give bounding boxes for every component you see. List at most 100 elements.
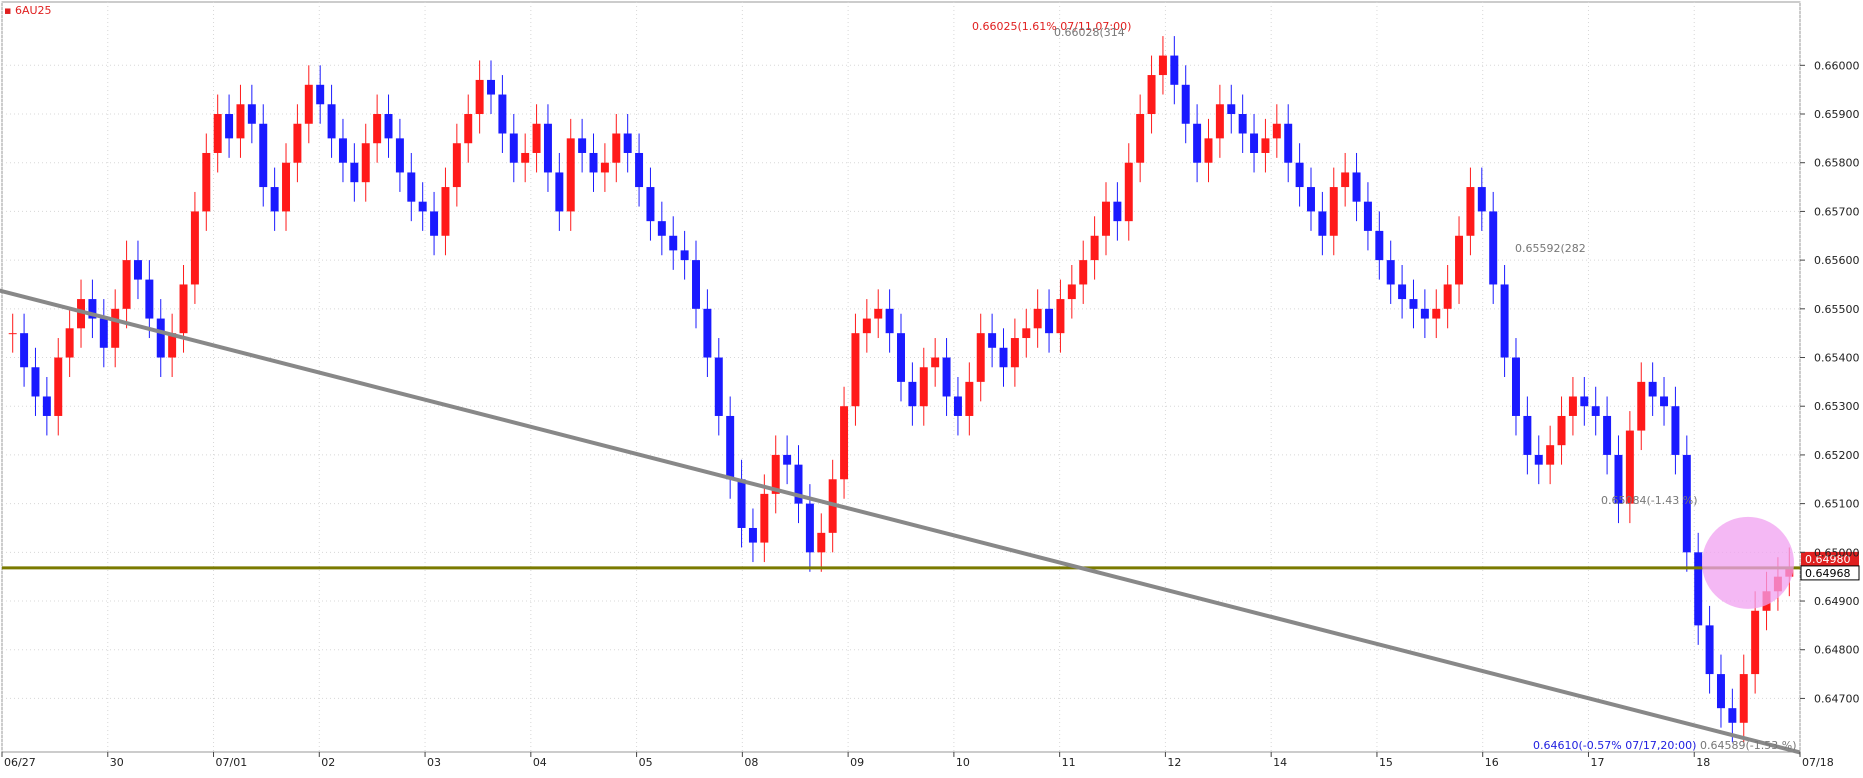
candle-body (1215, 104, 1224, 139)
candle-body (1181, 84, 1190, 124)
candle-body (908, 381, 917, 407)
x-tick-label: 30 (110, 756, 124, 769)
candle-body (1409, 299, 1418, 309)
candle-body (578, 138, 587, 153)
low-annotation: 0.64610(-0.57% 07/17,20:00) (1533, 739, 1696, 752)
candle-body (1113, 201, 1122, 222)
y-tick-label: 0.65600 (1814, 254, 1860, 267)
candle-body (464, 114, 473, 144)
candle-body (851, 333, 860, 407)
candle-body (1352, 172, 1361, 202)
candle-body (1318, 211, 1327, 236)
candle-body (1511, 357, 1520, 416)
candle-body (202, 152, 211, 212)
candle-body (1716, 674, 1725, 709)
candle-body (1648, 381, 1657, 397)
candle-body (259, 123, 268, 188)
candle-body (805, 503, 814, 553)
candle-body (1694, 552, 1703, 626)
candle-body (555, 172, 564, 212)
candle-body (783, 454, 792, 465)
candle-body (1158, 55, 1167, 76)
candle-body (225, 114, 234, 139)
candle-body (692, 260, 700, 309)
highlight-circle (1702, 516, 1794, 609)
candle-body (1466, 187, 1475, 236)
candle-body (213, 114, 222, 153)
candle-body (190, 211, 199, 285)
candle-body (726, 415, 735, 480)
candle-body (623, 133, 632, 153)
candle-body (1056, 299, 1065, 334)
x-tick-label: 10 (956, 756, 970, 769)
candle-body (430, 211, 439, 236)
y-tick-label: 0.65800 (1814, 157, 1860, 170)
candle-body (840, 406, 849, 480)
candle-body (20, 333, 29, 368)
y-tick-label: 0.65400 (1814, 352, 1860, 365)
candle-body (589, 152, 598, 173)
candle-body (350, 162, 359, 183)
candle-body (145, 279, 154, 319)
x-tick-label: 17 (1590, 756, 1604, 769)
candle-body (919, 367, 928, 407)
y-tick-label: 0.65900 (1814, 108, 1860, 121)
x-tick-label: 07/01 (216, 756, 248, 769)
price-tag-current-text: 0.64968 (1805, 567, 1851, 580)
candle-body (1432, 308, 1441, 319)
candle-body (1170, 55, 1179, 85)
candle-body (441, 187, 450, 236)
candle-body (1250, 133, 1259, 153)
candle-body (361, 143, 370, 183)
y-tick-label: 0.64700 (1814, 692, 1860, 705)
candle-body (657, 221, 666, 236)
candle-body (999, 347, 1008, 368)
candle-body (1295, 162, 1304, 188)
candle-body (1010, 338, 1019, 368)
candle-body (1307, 187, 1315, 212)
candle-layer (8, 36, 1794, 743)
candle-body (1580, 396, 1589, 407)
x-tick-label: 02 (321, 756, 335, 769)
candle-body (942, 357, 951, 397)
candle-body (1102, 201, 1110, 236)
axis-layer: 0.66000 0.65900 0.65800 0.65700 0.65600 0.655… (1, 59, 1860, 769)
candle-body (1079, 260, 1088, 285)
candle-body (338, 138, 347, 163)
y-tick-label: 0.65700 (1814, 205, 1860, 218)
candle-body (509, 133, 518, 163)
candle-body (600, 162, 609, 173)
candle-body (316, 84, 325, 105)
candle-body (1739, 674, 1748, 723)
candle-body (31, 367, 40, 397)
candle-body (566, 138, 575, 212)
candle-body (1090, 235, 1099, 261)
candle-body (179, 284, 188, 334)
candle-body (748, 527, 757, 543)
candle-body (1625, 430, 1634, 504)
candle-body (156, 318, 165, 358)
candle-body (1568, 396, 1577, 416)
candle-body (395, 138, 404, 173)
x-tick-label: 05 (639, 756, 653, 769)
candle-body (1045, 308, 1054, 334)
candle-body (1386, 260, 1395, 285)
candle-body (373, 114, 382, 144)
candle-body (1500, 284, 1509, 358)
candle-body (976, 333, 985, 382)
candle-body (1147, 75, 1156, 115)
candle-body (1227, 104, 1236, 115)
x-tick-label: 09 (850, 756, 864, 769)
candle-body (42, 396, 51, 416)
y-tick-label: 0.64800 (1814, 644, 1860, 657)
candle-body (1591, 406, 1600, 416)
candle-body (1534, 454, 1543, 465)
x-tick-label: 06/27 (4, 756, 36, 769)
candle-body (487, 79, 495, 95)
candle-body (1329, 187, 1338, 236)
x-tick-label: 11 (1062, 756, 1076, 769)
candle-body (247, 104, 256, 124)
x-tick-label: 16 (1485, 756, 1499, 769)
x-tick-label: 04 (533, 756, 547, 769)
candle-body (1067, 284, 1076, 300)
